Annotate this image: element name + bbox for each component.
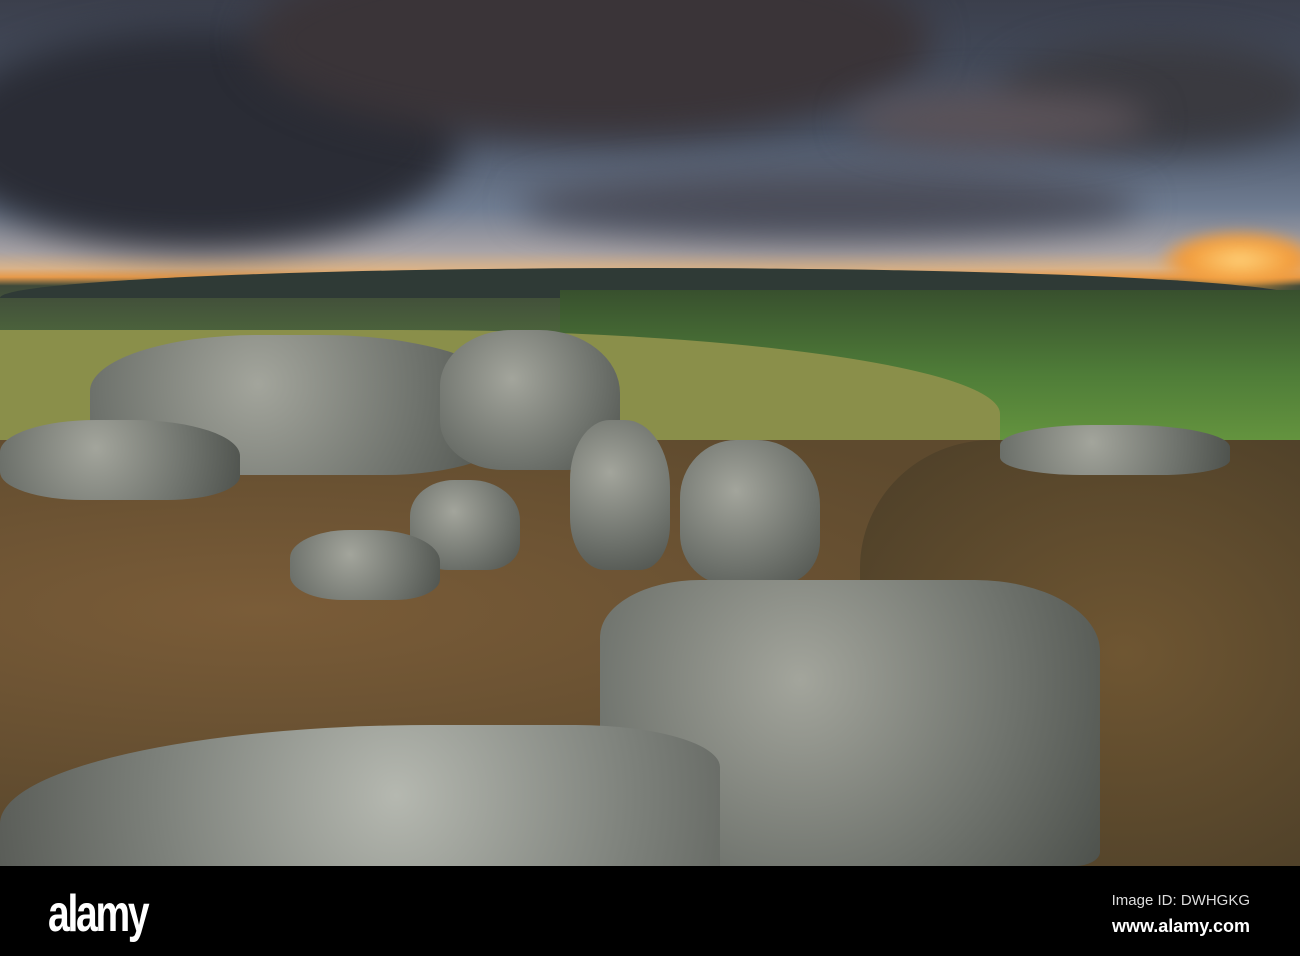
rock xyxy=(0,420,240,500)
landscape-photo xyxy=(0,0,1300,866)
rock xyxy=(290,530,440,600)
alamy-logo: alamy xyxy=(48,885,150,943)
cloud xyxy=(520,170,1140,240)
rock xyxy=(1000,425,1230,475)
site-url: www.alamy.com xyxy=(1111,916,1250,936)
image-id: Image ID: DWHGKG xyxy=(1111,892,1250,909)
watermark-footer: alamy Image ID: DWHGKG www.alamy.com xyxy=(0,866,1300,956)
rock xyxy=(570,420,670,570)
cloud xyxy=(850,90,1150,150)
rock xyxy=(680,440,820,585)
